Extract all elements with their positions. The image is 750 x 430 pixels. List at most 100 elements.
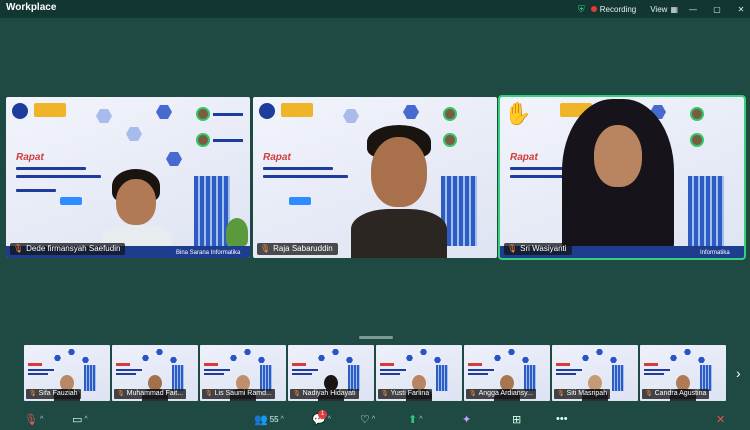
- participants-button[interactable]: 👥 55 ^: [254, 413, 284, 426]
- poster-text-line: [263, 167, 333, 170]
- participant-thumbnail[interactable]: 🎙 Candra Agustina: [640, 345, 726, 401]
- video-tile[interactable]: Rapat 🎙 Raja Sabaruddin: [253, 97, 497, 258]
- chevron-up-icon[interactable]: ^: [372, 416, 375, 423]
- poster-heading: [644, 363, 658, 366]
- video-button[interactable]: ▭ ^: [72, 413, 88, 426]
- brand-logo-icon: [34, 103, 66, 117]
- chevron-right-icon[interactable]: ›: [736, 365, 741, 381]
- poster-heading: [28, 363, 42, 366]
- participant-name-tag: 🎙 Yusti Farlina: [378, 389, 433, 399]
- chat-button[interactable]: 💬 1 ^: [312, 410, 331, 426]
- participant-thumbnail[interactable]: 🎙 Lis Saumi Ramd...: [200, 345, 286, 401]
- participant-thumbnail[interactable]: 🎙 Angga Ardiansy...: [464, 345, 550, 401]
- speaker-photo-icon: [196, 107, 210, 121]
- end-button[interactable]: ✕: [716, 413, 725, 426]
- chevron-up-icon[interactable]: ^: [419, 416, 422, 423]
- participant-name: Raja Sabaruddin: [273, 244, 333, 253]
- participant-name: Dede firmansyah Saefudin: [26, 244, 121, 253]
- hexagon-decoration: [166, 152, 182, 166]
- view-button[interactable]: View ▦: [650, 5, 678, 14]
- reactions-button[interactable]: ♡ ^: [360, 413, 375, 426]
- hexagon-decoration: [406, 355, 413, 361]
- share-button[interactable]: ⬆ ^: [408, 413, 423, 426]
- app-title: Workplace: [6, 2, 57, 13]
- mic-muted-icon: 🎙: [557, 391, 565, 397]
- chevron-up-icon[interactable]: ^: [40, 416, 43, 423]
- video-tile[interactable]: Rapat Bina Sarana Informatika 🎙 Dede fir…: [6, 97, 250, 258]
- participant-thumbnail[interactable]: 🎙 Siti Masripah: [552, 345, 638, 401]
- mic-button[interactable]: 🎙 ^: [24, 413, 43, 426]
- participant-name: Angga Ardiansy...: [478, 390, 533, 397]
- participant-name-tag: 🎙 Nadiyah Hidayati: [290, 389, 359, 399]
- view-label: View: [650, 4, 668, 14]
- participant-thumbnail[interactable]: 🎙 Sifa Fauziah: [24, 345, 110, 401]
- poster-heading: [292, 363, 306, 366]
- poster-text-line: [556, 369, 582, 371]
- minimize-icon[interactable]: —: [684, 5, 702, 14]
- poster-heading: [116, 363, 130, 366]
- hexagon-decoration: [258, 357, 265, 363]
- resize-handle[interactable]: [359, 336, 393, 339]
- poster-heading: [556, 363, 570, 366]
- participant-video: [351, 125, 447, 258]
- hexagon-decoration: [596, 349, 603, 355]
- participant-thumbnail[interactable]: 🎙 Nadiyah Hidayati: [288, 345, 374, 401]
- maximize-icon[interactable]: ▢: [708, 5, 726, 14]
- participant-name-tag: 🎙 Lis Saumi Ramd...: [202, 389, 275, 399]
- chevron-up-icon[interactable]: ^: [84, 416, 87, 423]
- poster-text-line: [556, 373, 576, 375]
- poster-text-line: [263, 175, 348, 178]
- building-illustration: [612, 365, 624, 391]
- speaker-photo-icon: [690, 133, 704, 147]
- participant-name: Lis Saumi Ramd...: [214, 390, 272, 397]
- chevron-up-icon[interactable]: ^: [328, 416, 331, 423]
- poster-text-line: [380, 373, 400, 375]
- apps-icon: ⊞: [512, 414, 522, 426]
- poster-text-line: [468, 369, 494, 371]
- poster-heading: [204, 363, 218, 366]
- more-button[interactable]: •••: [556, 413, 568, 425]
- video-tile-active-speaker[interactable]: ✋ Rapat Informatika 🎙 Sri Wasiyanti: [498, 95, 746, 260]
- poster-text-line: [204, 373, 224, 375]
- participant-name-tag: 🎙 Siti Masripah: [554, 389, 611, 399]
- participant-name-tag: 🎙 Dede firmansyah Saefudin: [10, 243, 126, 255]
- close-icon[interactable]: ✕: [732, 5, 750, 14]
- poster-text-line: [292, 369, 318, 371]
- participant-thumbnail[interactable]: 🎙 Yusti Farlina: [376, 345, 462, 401]
- poster-text-line: [644, 373, 664, 375]
- ai-companion-button[interactable]: ✦: [462, 413, 471, 426]
- poster-text-line: [116, 369, 142, 371]
- recording-indicator[interactable]: Recording: [590, 4, 637, 14]
- brand-logo-icon: [281, 103, 313, 117]
- participants-icon: 👥: [254, 414, 268, 426]
- hexagon-decoration: [684, 349, 691, 355]
- participant-name: Siti Masripah: [566, 390, 608, 397]
- shield-icon[interactable]: ⛨: [578, 4, 585, 15]
- poster-text-line: [16, 189, 56, 192]
- zoom-logo-icon: [60, 197, 82, 205]
- poster-text-line: [510, 167, 570, 170]
- chevron-up-icon[interactable]: ^: [281, 416, 284, 423]
- poster-text-line: [28, 369, 54, 371]
- hexagon-decoration: [318, 355, 325, 361]
- poster-heading: [468, 363, 482, 366]
- poster-heading: Rapat: [16, 152, 44, 163]
- university-logo-icon: [12, 103, 28, 119]
- grid-icon: ▦: [670, 4, 678, 14]
- hexagon-decoration: [96, 109, 112, 123]
- participant-thumbnail[interactable]: 🎙 Muhammad Fait...: [112, 345, 198, 401]
- hexagon-decoration: [156, 105, 172, 119]
- record-dot-icon: [590, 6, 597, 12]
- poster-heading: Rapat: [263, 152, 291, 163]
- participant-name: Nadiyah Hidayati: [302, 390, 356, 397]
- building-illustration: [348, 365, 360, 391]
- apps-button[interactable]: ⊞: [512, 413, 521, 426]
- poster-text-line: [204, 369, 230, 371]
- hexagon-decoration: [670, 355, 677, 361]
- hexagon-decoration: [522, 357, 529, 363]
- mic-muted-icon: 🎙: [469, 391, 477, 397]
- building-illustration: [524, 365, 536, 391]
- recording-label: Recording: [599, 4, 637, 14]
- mic-muted-icon: 🎙: [29, 391, 37, 397]
- hexagon-decoration: [230, 355, 237, 361]
